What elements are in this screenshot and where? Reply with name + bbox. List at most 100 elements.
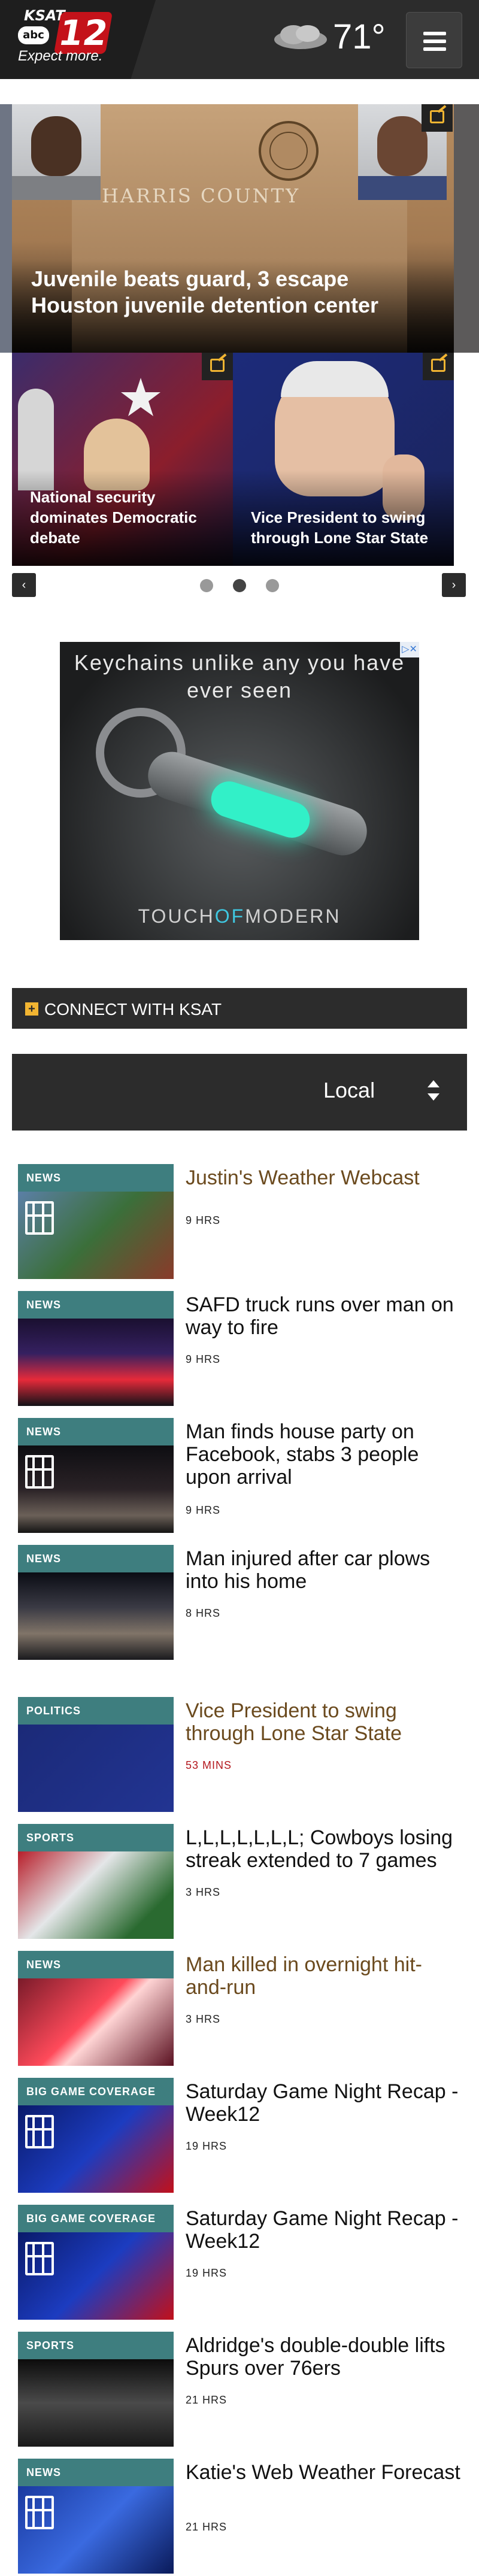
story-item[interactable]: BIG GAME COVERAGE Saturday Game Night Rec… [18,2078,461,2193]
story-thumbnail[interactable]: POLITICS [18,1697,174,1812]
story-timestamp: 53 MINS [186,1759,232,1771]
slide-headline: Vice President to swing through Lone Sta… [251,508,429,547]
story-image [18,1978,174,2066]
story-item[interactable]: NEWS SAFD truck runs over man on way to f… [18,1291,461,1406]
carousel-dot-1[interactable] [200,579,213,592]
story-headline[interactable]: Man finds house party on Facebook, stabs… [186,1420,461,1489]
connect-with-ksat-bar[interactable]: + CONNECT WITH KSAT [12,988,467,1029]
story-timestamp: 8 HRS [186,1607,221,1619]
story-headline[interactable]: Man killed in overnight hit-and-run [186,1953,461,1999]
video-film-icon [25,1201,54,1235]
story-headline[interactable]: Vice President to swing through Lone Sta… [186,1699,461,1745]
story-timestamp: 3 HRS [186,2013,221,2025]
story-timestamp: 19 HRS [186,2140,228,2152]
advertisement[interactable]: Keychains unlike any you have ever seen … [60,642,419,940]
story-category-tag: NEWS [18,1951,174,1978]
video-film-icon [25,2496,54,2529]
page: KSAT 12 abc Expect more. 71° HARRIS COUN… [0,0,479,2576]
story-headline[interactable]: Saturday Game Night Recap - Week12 [186,2207,461,2253]
story-image [18,1725,174,1812]
adchoices-icon[interactable]: ▷✕ [400,642,419,657]
story-thumbnail[interactable]: NEWS [18,2459,174,2574]
current-temperature[interactable]: 71° [333,17,386,57]
site-header: KSAT 12 abc Expect more. 71° [0,0,479,79]
cloudy-icon[interactable] [271,23,331,50]
story-thumbnail[interactable]: NEWS [18,1418,174,1533]
video-film-icon [25,2242,54,2275]
carousel-controls: ‹ › [0,568,479,598]
story-category-tag: SPORTS [18,2332,174,2359]
carousel-next-peek [454,104,479,353]
county-seal-image [259,121,319,181]
expand-plus-icon: + [25,1002,38,1016]
story-item[interactable]: NEWS Man injured after car plows into his… [18,1545,461,1660]
story-category-tag: NEWS [18,1291,174,1319]
story-item[interactable]: NEWS Justin's Weather Webcast 9 HRS [18,1164,461,1279]
carousel-slide-debate[interactable]: National security dominates Democratic d… [12,353,233,566]
building-sign-text: HARRIS COUNTY [102,184,301,207]
story-item[interactable]: SPORTS Aldridge's double-double lifts Spu… [18,2332,461,2447]
site-logo[interactable]: KSAT 12 abc Expect more. [0,0,156,79]
story-headline[interactable]: Saturday Game Night Recap - Week12 [186,2080,461,2126]
video-film-icon [25,2115,54,2148]
story-thumbnail[interactable]: BIG GAME COVERAGE [18,2205,174,2320]
story-item[interactable]: BIG GAME COVERAGE Saturday Game Night Rec… [18,2205,461,2320]
story-timestamp: 9 HRS [186,1504,221,1516]
story-headline[interactable]: Justin's Weather Webcast [186,1166,461,1189]
story-timestamp: 21 HRS [186,2394,228,2406]
story-headline[interactable]: Katie's Web Weather Forecast [186,2461,461,2484]
story-thumbnail[interactable]: BIG GAME COVERAGE [18,2078,174,2193]
story-category-tag: SPORTS [18,1824,174,1851]
ad-headline: Keychains unlike any you have ever seen [74,650,405,702]
carousel-next-button[interactable]: › [442,573,466,597]
share-icon[interactable] [423,353,454,380]
story-thumbnail[interactable]: NEWS [18,1951,174,2066]
story-item[interactable]: POLITICS Vice President to swing through … [18,1697,461,1812]
story-image [18,1572,174,1660]
section-select-value: Local [323,1078,375,1102]
story-item[interactable]: SPORTS L,L,L,L,L,L,L; Cowboys losing stre… [18,1824,461,1939]
story-timestamp: 3 HRS [186,1886,221,1898]
mugshot-image-left [12,104,101,200]
carousel-dot-3[interactable] [266,579,279,592]
ad-brand: TOUCHOFMODERN [138,905,341,927]
story-thumbnail[interactable]: NEWS [18,1545,174,1660]
story-headline[interactable]: L,L,L,L,L,L,L; Cowboys losing streak ext… [186,1826,461,1872]
story-item[interactable]: NEWS Katie's Web Weather Forecast 21 HRS [18,2459,461,2574]
story-category-tag: NEWS [18,1545,174,1572]
section-select[interactable]: Local [12,1054,467,1131]
share-icon[interactable] [202,353,233,380]
featured-carousel: HARRIS COUNTY Juvenile beats guard, 3 es… [0,104,479,597]
story-headline[interactable]: Aldridge's double-double lifts Spurs ove… [186,2334,461,2380]
logo-abc-text: abc [18,26,49,44]
story-thumbnail[interactable]: SPORTS [18,2332,174,2447]
story-category-tag: NEWS [18,1164,174,1192]
story-timestamp: 9 HRS [186,1353,221,1365]
share-icon[interactable] [422,104,453,132]
carousel-dot-2[interactable] [233,579,246,592]
story-timestamp: 19 HRS [186,2267,228,2279]
story-category-tag: NEWS [18,2459,174,2486]
story-image [18,2359,174,2447]
slide-headline: National security dominates Democratic d… [30,488,197,547]
carousel-prev-peek [0,104,12,353]
story-image [18,1851,174,1939]
story-category-tag: BIG GAME COVERAGE [18,2205,174,2232]
story-headline[interactable]: Man injured after car plows into his hom… [186,1547,461,1593]
story-timestamp: 9 HRS [186,1214,221,1226]
story-thumbnail[interactable]: NEWS [18,1291,174,1406]
story-timestamp: 21 HRS [186,2521,228,2533]
connect-label: CONNECT WITH KSAT [44,1000,222,1019]
story-category-tag: BIG GAME COVERAGE [18,2078,174,2105]
star-graphic [121,378,160,416]
story-thumbnail[interactable]: SPORTS [18,1824,174,1939]
hamburger-menu-icon[interactable] [406,12,462,68]
story-thumbnail[interactable]: NEWS [18,1164,174,1279]
carousel-slide-vice-president[interactable]: Vice President to swing through Lone Sta… [233,353,454,566]
main-slide-headline[interactable]: Juvenile beats guard, 3 escape Houston j… [31,266,414,319]
story-headline[interactable]: SAFD truck runs over man on way to fire [186,1293,461,1339]
select-caret-icon [428,1080,439,1104]
story-item[interactable]: NEWS Man killed in overnight hit-and-run 3… [18,1951,461,2066]
carousel-prev-button[interactable]: ‹ [12,573,36,597]
story-item[interactable]: NEWS Man finds house party on Facebook, s… [18,1418,461,1533]
